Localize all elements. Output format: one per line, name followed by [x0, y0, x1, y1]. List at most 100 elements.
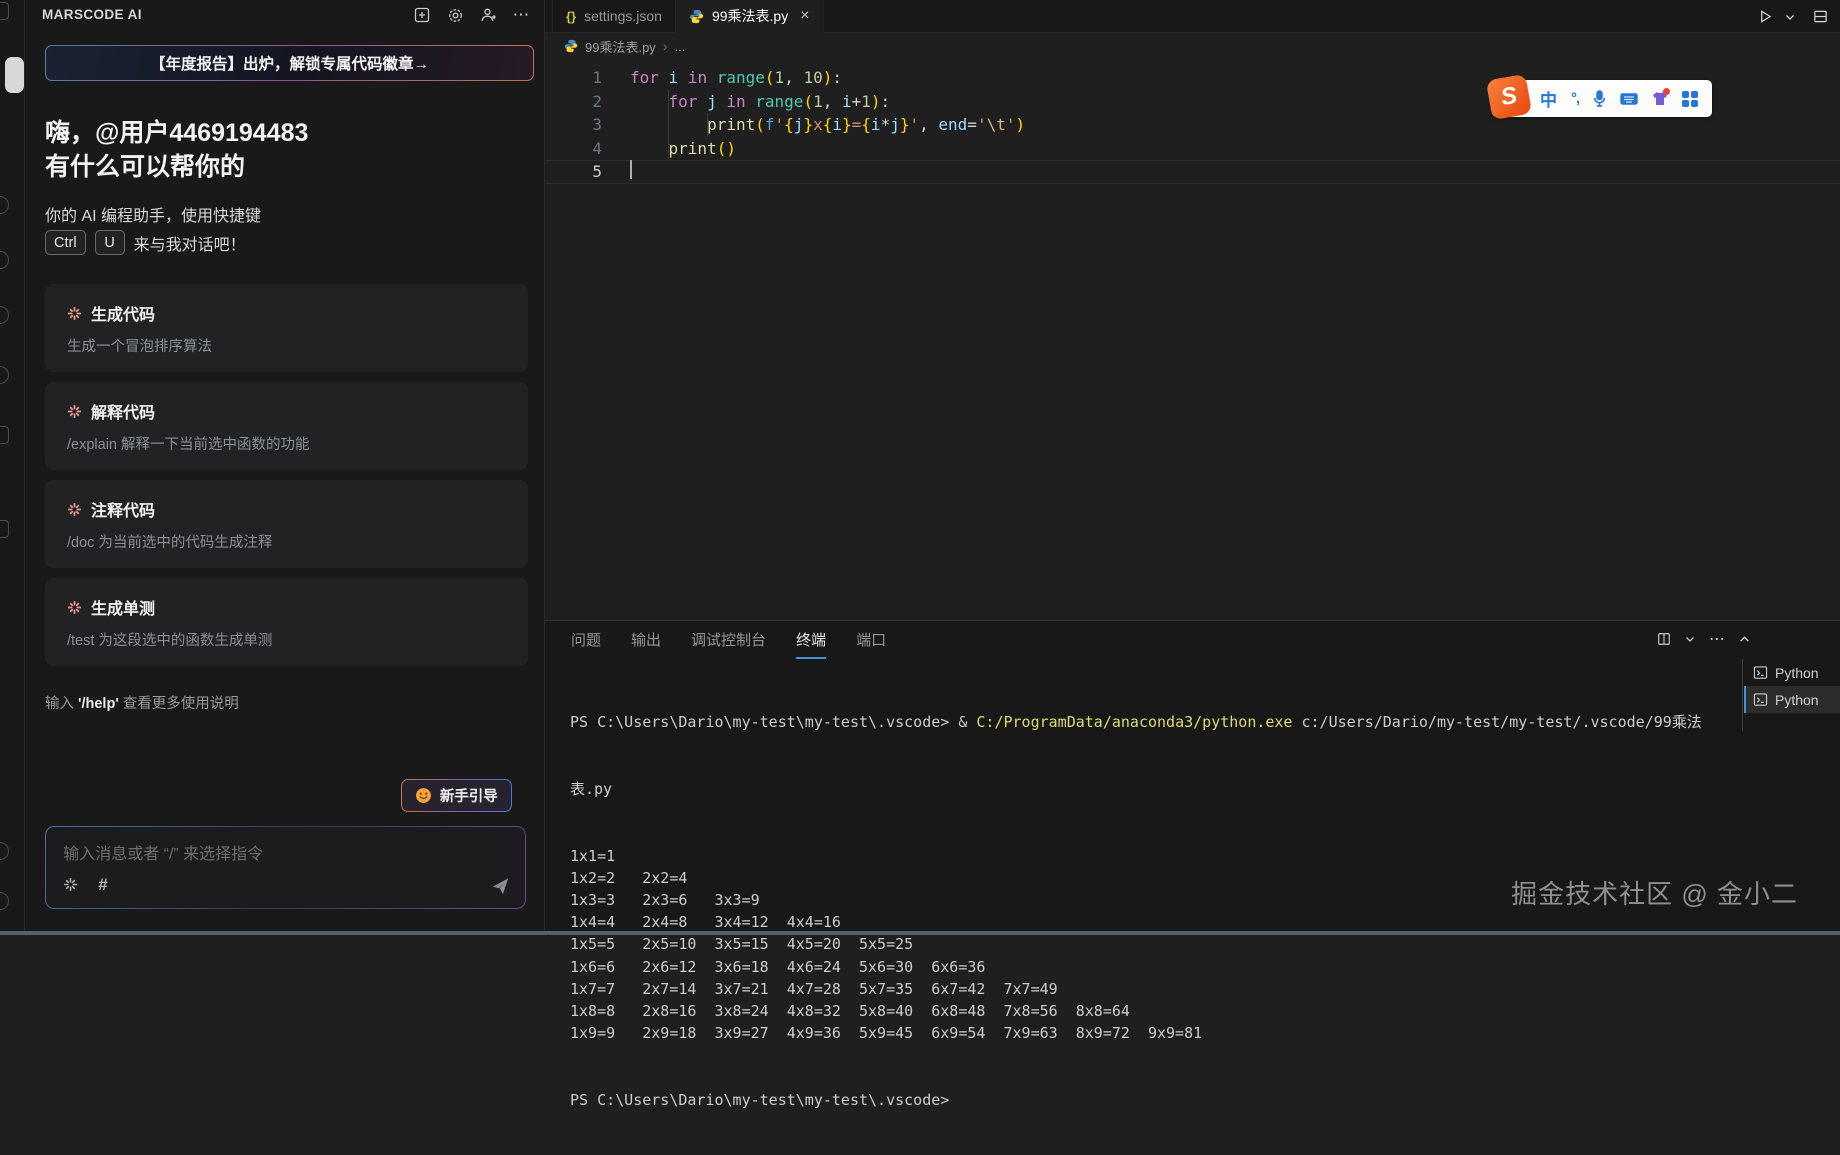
tab-output[interactable]: 输出: [631, 629, 661, 650]
watermark: 掘金技术社区 @ 金小二: [1511, 874, 1798, 911]
shortcut-suffix: 来与我对话吧！: [134, 231, 246, 255]
terminal-icon: [1753, 692, 1768, 707]
sparkle-icon: [67, 502, 82, 517]
panel-header: MARSCODE AI ⋯: [25, 0, 544, 30]
python-file-icon: [689, 9, 704, 24]
card-explain-code[interactable]: 解释代码 /explain 解释一下当前选中函数的功能: [45, 382, 528, 470]
card-comment-code[interactable]: 注释代码 /doc 为当前选中的代码生成注释: [45, 480, 528, 568]
terminal-instance-label: Python: [1775, 692, 1819, 708]
activity-icon-stub: [0, 366, 9, 384]
key-u: U: [95, 230, 125, 255]
terminal-instance-python[interactable]: Python: [1744, 659, 1840, 686]
ime-chinese-mode-icon[interactable]: 中: [1540, 86, 1557, 111]
indent-guide: [668, 90, 669, 160]
indent-guide: [707, 113, 708, 137]
context-hash-icon[interactable]: #: [98, 875, 107, 895]
card-title: 生成代码: [91, 301, 155, 325]
more-actions-icon[interactable]: ⋯: [1709, 629, 1725, 649]
sparkle-icon: [67, 306, 82, 321]
code-line[interactable]: print(f'{j}x{i}={i*j}', end='\t'): [630, 113, 1025, 137]
sogou-ime-bar[interactable]: S 中 °,: [1492, 80, 1712, 117]
terminal-command-line: PS C:\Users\Dario\my-test\my-test\.vscod…: [570, 711, 1702, 733]
assistant-subtitle: 你的 AI 编程助手，使用快捷键: [45, 202, 261, 226]
microphone-icon[interactable]: [1593, 90, 1606, 107]
terminal-output[interactable]: PS C:\Users\Dario\my-test\my-test\.vscod…: [570, 667, 1702, 1155]
terminal-line: 1x5=5 2x5=10 3x5=15 4x5=20 5x5=25: [570, 933, 1702, 955]
new-chat-icon[interactable]: [413, 6, 431, 24]
more-actions-icon[interactable]: ⋯: [512, 6, 530, 24]
terminal-instance-label: Python: [1775, 665, 1819, 681]
greeting-line2: 有什么可以帮你的: [45, 150, 308, 184]
sogou-logo-icon[interactable]: S: [1486, 74, 1532, 120]
guide-label: 新手引导: [440, 785, 498, 806]
terminal-instance-list: Python Python: [1744, 659, 1840, 713]
card-desc: /explain 解释一下当前选中函数的功能: [67, 433, 506, 454]
breadcrumb-file[interactable]: 99乘法表.py: [585, 37, 656, 56]
terminal-prompt: PS C:\Users\Dario\my-test\my-test\.vscod…: [570, 1089, 1702, 1111]
launch-profile-dropdown-icon[interactable]: [1685, 634, 1695, 644]
breadcrumb-more[interactable]: ...: [674, 39, 685, 54]
card-desc: /doc 为当前选中的代码生成注释: [67, 531, 506, 552]
chat-input[interactable]: 输入消息或者 “/” 来选择指令 #: [45, 826, 526, 909]
card-desc: /test 为这段选中的函数生成单测: [67, 629, 506, 650]
code-editor[interactable]: 12345 for i in range(1, 10): for j in ra…: [545, 59, 1840, 620]
terminal-line: 1x6=6 2x6=12 3x6=18 4x6=24 5x6=30 6x6=36: [570, 956, 1702, 978]
shortcut-row: Ctrl U 来与我对话吧！: [45, 230, 246, 255]
account-icon[interactable]: [479, 6, 497, 24]
card-title: 注释代码: [91, 497, 155, 521]
beginner-guide-button[interactable]: 新手引导: [401, 779, 512, 812]
tab-terminal[interactable]: 终端: [796, 629, 826, 650]
run-python-icon[interactable]: [1758, 9, 1773, 24]
breadcrumb[interactable]: 99乘法表.py › ...: [545, 33, 1840, 59]
tab-problems[interactable]: 问题: [571, 629, 601, 650]
activity-bar[interactable]: [0, 0, 25, 931]
hug-emoji-icon: [415, 787, 432, 804]
tab-label: settings.json: [584, 8, 662, 24]
code-line[interactable]: for j in range(1, i+1):: [630, 90, 1025, 114]
panel-title: MARSCODE AI: [42, 7, 142, 22]
send-icon[interactable]: [491, 877, 510, 896]
toolbox-grid-icon[interactable]: [1682, 91, 1698, 107]
line-number-gutter: 12345: [545, 66, 602, 184]
split-editor-icon[interactable]: [1813, 9, 1828, 24]
activity-icon-stub: [0, 306, 9, 324]
settings-gear-icon: [0, 892, 9, 910]
card-desc: 生成一个冒泡排序算法: [67, 335, 506, 356]
run-dropdown-icon[interactable]: [1785, 12, 1795, 22]
code-line[interactable]: for i in range(1, 10):: [630, 66, 1025, 90]
maximize-panel-icon[interactable]: [1739, 634, 1750, 645]
terminal-line: 1x9=9 2x9=18 3x9=27 4x9=36 5x9=45 6x9=54…: [570, 1022, 1702, 1044]
tab-debug-console[interactable]: 调试控制台: [691, 629, 766, 650]
annual-report-banner[interactable]: 【年度报告】出炉，解锁专属代码徽章→: [45, 45, 534, 81]
terminal-icon: [1753, 665, 1768, 680]
sparkle-icon[interactable]: [63, 877, 78, 892]
tab-settings-json[interactable]: {} settings.json: [552, 0, 676, 32]
active-view-indicator: [5, 57, 24, 93]
chevron-right-icon: ›: [663, 38, 668, 54]
help-hint: 输入 '/help' 查看更多使用说明: [45, 692, 239, 713]
terminal-instance-python-selected[interactable]: Python: [1744, 686, 1840, 713]
banner-text: 【年度报告】出炉，解锁专属代码徽章→: [150, 52, 429, 74]
card-generate-test[interactable]: 生成单测 /test 为这段选中的函数生成单测: [45, 578, 528, 666]
prompt-cards: 生成代码 生成一个冒泡排序算法 解释代码 /explain 解释一下当前选中函数…: [45, 284, 528, 666]
chat-input-placeholder: 输入消息或者 “/” 来选择指令: [63, 840, 263, 864]
code-lines[interactable]: for i in range(1, 10): for j in range(1,…: [630, 66, 1025, 184]
code-line[interactable]: [630, 160, 1025, 184]
settings-gear-icon[interactable]: [446, 6, 464, 24]
ime-punctuation-icon[interactable]: °,: [1571, 90, 1579, 107]
keyboard-icon[interactable]: [1620, 92, 1638, 106]
activity-icon-stub: [0, 251, 9, 269]
terminal-line: 1x1=1: [570, 845, 1702, 867]
terminal-list-separator: [1742, 659, 1743, 731]
tab-ports[interactable]: 端口: [856, 629, 886, 650]
split-terminal-icon[interactable]: [1657, 632, 1671, 646]
close-tab-icon[interactable]: ×: [800, 7, 809, 25]
sparkle-icon: [67, 600, 82, 615]
tab-label: 99乘法表.py: [712, 6, 788, 26]
activity-icon-stub: [0, 2, 9, 20]
tab-multiplication-py[interactable]: 99乘法表.py ×: [676, 0, 824, 33]
code-line[interactable]: print(): [630, 137, 1025, 161]
card-generate-code[interactable]: 生成代码 生成一个冒泡排序算法: [45, 284, 528, 372]
panel-tab-bar: 问题 输出 调试控制台 终端 端口: [571, 621, 886, 657]
skin-shirt-icon[interactable]: [1652, 91, 1668, 106]
